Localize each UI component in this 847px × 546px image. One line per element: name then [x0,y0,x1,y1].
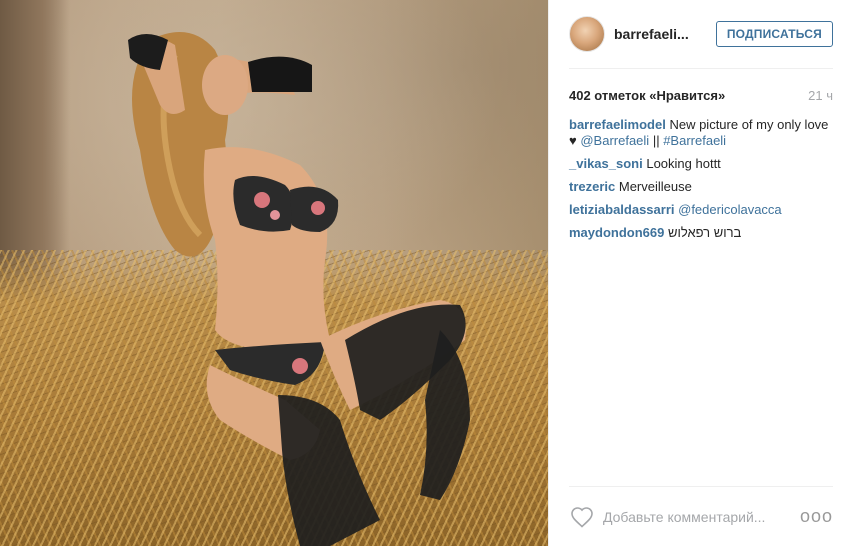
post-side-panel: barrefaeli... ПОДПИСАТЬСЯ 402 отметок «Н… [548,0,847,546]
comment-author[interactable]: maydondon669 [569,225,664,240]
comment-text: New picture of my only love [669,117,829,132]
follow-button[interactable]: ПОДПИСАТЬСЯ [715,21,833,47]
comment-text: ברוש רפאלוש [667,225,742,240]
comment-author[interactable]: barrefaelimodel [569,117,666,132]
ellipsis-icon[interactable]: ooo [800,506,833,527]
comment-mention[interactable]: @federicolavacca [678,202,782,217]
comment-item: letiziabaldassarri @federicolavacca [569,202,833,218]
instagram-post: barrefaeli... ПОДПИСАТЬСЯ 402 отметок «Н… [0,0,847,546]
likes-count[interactable]: 402 отметок «Нравится» [569,88,725,103]
post-username[interactable]: barrefaeli... [614,26,716,42]
comments-list: barrefaelimodel New picture of my only l… [569,117,833,241]
heart-outline-icon-svg [571,506,593,528]
comment-author[interactable]: letiziabaldassarri [569,202,675,217]
post-footer: ooo [569,486,833,546]
likes-row: 402 отметок «Нравится» 21 ч [569,69,833,117]
comment-separator: || [652,133,660,148]
comment-item: _vikas_soni Looking hottt [569,156,833,172]
comment-item: maydondon669 ברוש רפאלוש [569,225,833,241]
avatar[interactable] [569,16,605,52]
comment-text: Merveilleuse [618,179,692,194]
post-timestamp[interactable]: 21 ч [808,88,833,103]
comment-text: Looking hottt [646,156,721,171]
add-comment-input[interactable] [603,508,791,525]
comment-mention[interactable]: @Barrefaeli [580,133,649,148]
comment-author[interactable]: _vikas_soni [569,156,643,171]
post-photo[interactable] [0,0,548,546]
photo-model-figure [128,32,470,546]
comment-hashtag[interactable]: #Barrefaeli [663,133,726,148]
heart-emoji-icon: ♥ [569,133,577,148]
heart-outline-icon[interactable] [569,504,595,530]
comment-item: trezeric Merveilleuse [569,179,833,195]
post-header: barrefaeli... ПОДПИСАТЬСЯ [569,0,833,69]
comment-item: barrefaelimodel New picture of my only l… [569,117,833,149]
comment-author[interactable]: trezeric [569,179,615,194]
